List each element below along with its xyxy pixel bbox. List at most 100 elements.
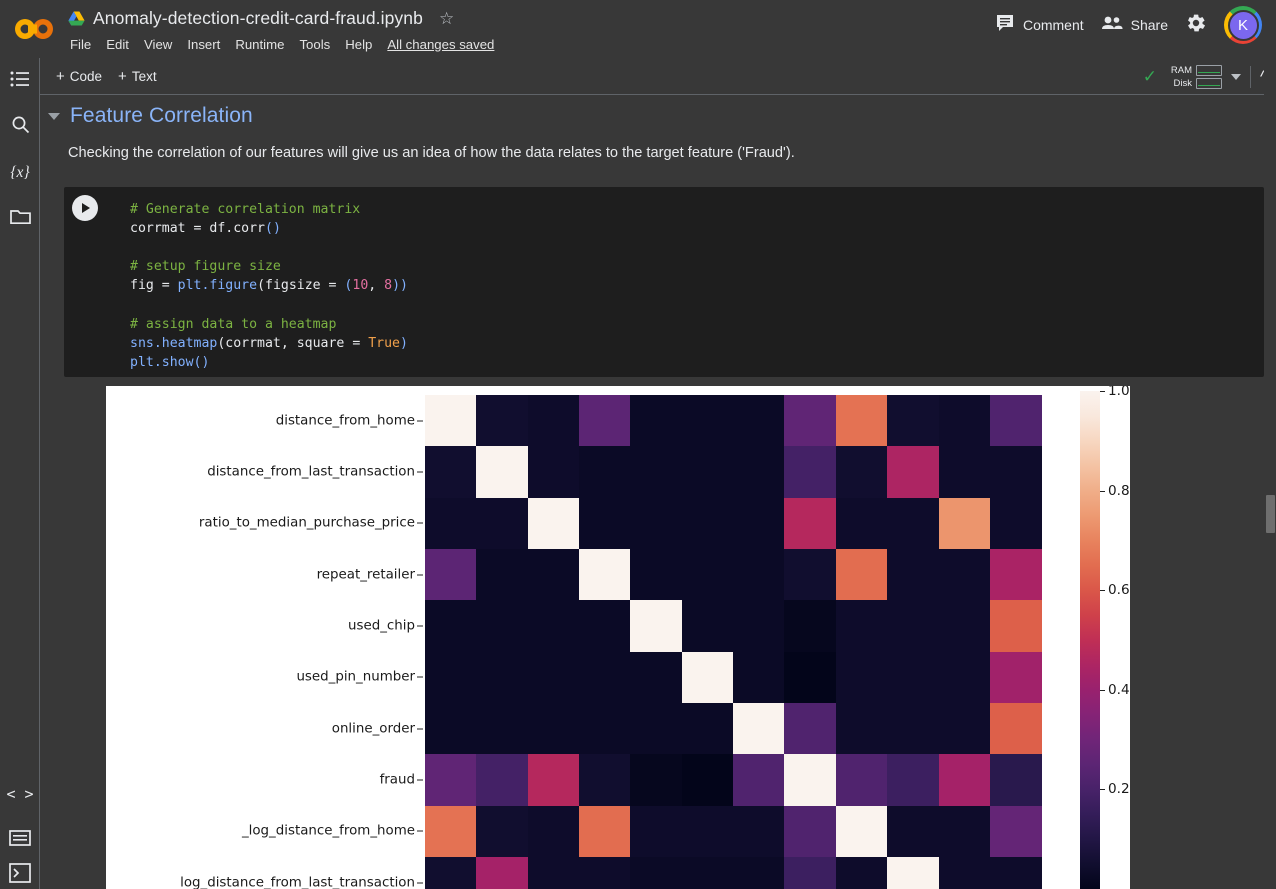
code-token: sns.heatmap — [130, 335, 218, 351]
heatmap-cell — [938, 754, 991, 807]
heatmap-figure: distance_from_home distance_from_last_tra… — [106, 386, 1130, 889]
menu-item-insert[interactable]: Insert — [187, 37, 220, 52]
share-button[interactable]: Share — [1101, 14, 1168, 37]
comment-icon — [995, 13, 1015, 38]
heatmap-y-label: used_chip — [348, 618, 415, 634]
heatmap-cell — [681, 497, 734, 550]
heatmap-cell — [733, 805, 786, 858]
heatmap-cell — [527, 395, 580, 447]
heatmap-cell — [425, 600, 477, 653]
run-cell-button[interactable] — [72, 195, 98, 221]
heatmap-cell — [425, 651, 477, 704]
menu-item-edit[interactable]: Edit — [106, 37, 129, 52]
heatmap-cell — [733, 703, 786, 756]
sidebar-item-code-snippets[interactable]: < > — [0, 771, 40, 817]
heatmap-cell — [938, 651, 991, 704]
scrollbar-thumb[interactable] — [1266, 495, 1275, 533]
heatmap-cell — [835, 395, 888, 447]
heatmap-cell — [681, 446, 734, 499]
code-token: # assign data to a heatmap — [130, 316, 337, 332]
heatmap-cell — [784, 805, 837, 858]
heatmap-y-axis: distance_from_home distance_from_last_tra… — [106, 386, 425, 889]
notebook-title[interactable]: Anomaly-detection-credit-card-fraud.ipyn… — [93, 8, 423, 29]
heatmap-cell — [835, 703, 888, 756]
heatmap-y-tick — [417, 779, 423, 781]
code-token: () — [265, 221, 281, 237]
colorbar-tick-label: 0.6 — [1108, 582, 1130, 599]
colorbar-tick-label: 0.2 — [1108, 781, 1130, 798]
heatmap-cell — [476, 651, 529, 704]
heatmap-y-label: fraud — [379, 772, 415, 788]
code-token: = — [193, 221, 210, 237]
left-sidebar: {x} < > — [0, 58, 40, 889]
app-header: Anomaly-detection-credit-card-fraud.ipyn… — [0, 0, 1276, 58]
heatmap-cell — [681, 549, 734, 601]
heatmap-y-tick — [417, 882, 423, 884]
heatmap-y-label: distance_from_last_transaction — [207, 464, 415, 480]
heatmap-cell — [989, 497, 1042, 550]
menu-item-help[interactable]: Help — [345, 37, 372, 52]
add-code-cell-button[interactable]: + Code — [56, 69, 102, 84]
heatmap-cell — [579, 754, 631, 807]
vertical-scrollbar[interactable] — [1264, 58, 1276, 889]
heatmap-cell — [527, 446, 580, 499]
code-cell[interactable]: # Generate correlation matrix corrmat = … — [64, 187, 1264, 377]
star-outline-icon[interactable]: ☆ — [439, 10, 454, 27]
sidebar-item-search[interactable] — [0, 104, 40, 150]
heatmap-cell — [938, 395, 991, 447]
heatmap-cell — [630, 600, 683, 653]
menu-item-file[interactable]: File — [70, 37, 91, 52]
save-status[interactable]: All changes saved — [387, 37, 494, 52]
code-token: 8 — [384, 278, 393, 294]
code-token: plt.figure — [177, 278, 258, 294]
heatmap-cell — [681, 395, 734, 447]
disk-bar — [1196, 77, 1223, 89]
heatmap-y-tick — [417, 728, 423, 730]
heatmap-cell — [527, 651, 580, 704]
resource-monitor[interactable]: RAM Disk — [1166, 64, 1223, 89]
heatmap-cell — [681, 754, 734, 807]
heatmap-cell — [630, 805, 683, 858]
heatmap-cell — [425, 805, 477, 858]
code-token: = — [161, 278, 178, 294]
settings-button[interactable] — [1185, 12, 1207, 39]
menu-item-runtime[interactable]: Runtime — [235, 37, 284, 52]
heatmap-cell — [630, 651, 683, 704]
heatmap-cell — [476, 857, 529, 889]
add-text-label: Text — [131, 68, 157, 84]
code-token: (figsize — [257, 278, 329, 294]
avatar[interactable]: K — [1224, 6, 1262, 44]
heatmap-cell — [835, 754, 888, 807]
add-text-cell-button[interactable]: + Text — [118, 69, 157, 84]
sidebar-item-table-of-contents[interactable] — [0, 58, 40, 104]
sidebar-item-terminal[interactable] — [0, 863, 40, 889]
heatmap-cell — [527, 703, 580, 756]
heatmap-cell — [835, 446, 888, 499]
sidebar-item-command-palette[interactable] — [0, 817, 40, 863]
heatmap-cell — [733, 857, 786, 889]
menu-item-view[interactable]: View — [144, 37, 172, 52]
colab-logo-icon[interactable] — [0, 0, 68, 58]
sidebar-item-files[interactable] — [0, 196, 40, 242]
sidebar-item-variables[interactable]: {x} — [0, 150, 40, 196]
play-icon — [82, 203, 90, 213]
code-editor[interactable]: # Generate correlation matrix corrmat = … — [64, 187, 1264, 372]
code-token: corrmat — [130, 221, 194, 237]
heatmap-cell — [425, 857, 477, 889]
heatmap-cell — [784, 754, 837, 807]
heatmap-cell — [887, 651, 940, 704]
comment-button[interactable]: Comment — [995, 13, 1084, 38]
heatmap-y-label: used_pin_number — [296, 669, 415, 685]
heatmap-cell — [887, 446, 940, 499]
heatmap-cell — [938, 703, 991, 756]
code-token: )) — [392, 278, 408, 294]
chevron-down-icon[interactable] — [1231, 73, 1242, 80]
gear-icon — [1185, 12, 1207, 39]
plus-icon: + — [118, 67, 127, 85]
colorbar-gradient — [1080, 391, 1100, 889]
triangle-down-icon[interactable] — [48, 112, 60, 120]
menu-item-tools[interactable]: Tools — [299, 37, 330, 52]
heatmap-cell — [938, 446, 991, 499]
heatmap-cell — [938, 600, 991, 653]
heatmap-y-tick — [417, 471, 423, 473]
